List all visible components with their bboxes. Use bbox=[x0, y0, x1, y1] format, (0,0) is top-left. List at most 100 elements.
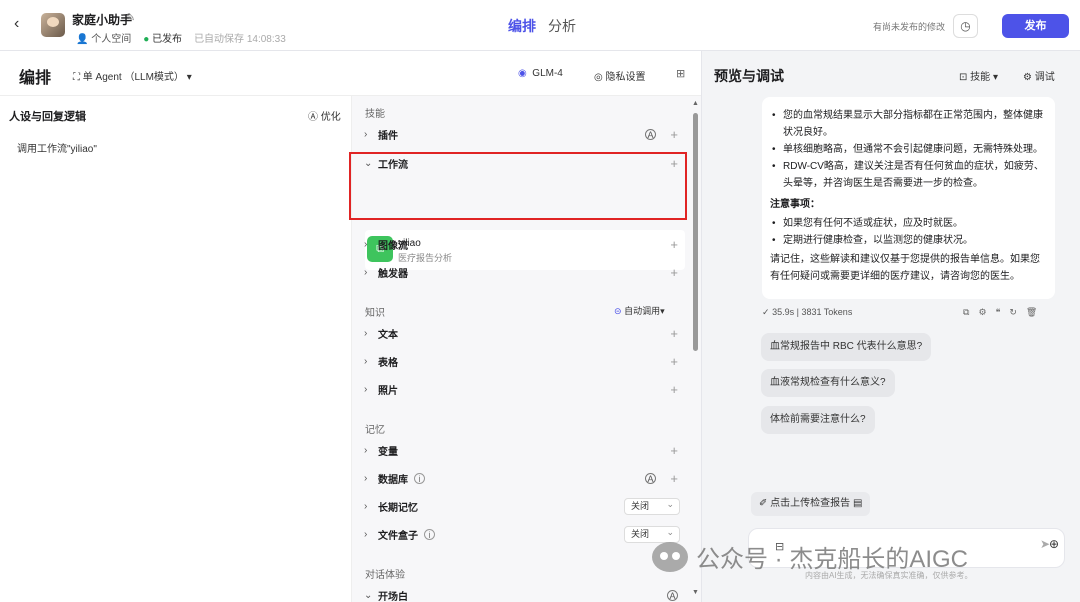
add-icon: + bbox=[670, 381, 678, 397]
unpublished-notice: 有尚未发布的修改 bbox=[873, 22, 946, 32]
optimize-button[interactable]: Ⓐ 优化 bbox=[308, 108, 341, 123]
opening-row[interactable]: ⌄ 开场白 A bbox=[364, 584, 684, 602]
copy-icon[interactable]: ⧉ bbox=[963, 307, 969, 318]
history-icon[interactable]: ◷ bbox=[953, 14, 978, 38]
publish-button[interactable]: 发布 bbox=[1002, 14, 1069, 38]
suggestion-chip[interactable]: 血液常规检查有什么意义? bbox=[761, 369, 895, 397]
auto-icon: A bbox=[645, 128, 656, 140]
persona-section: 人设与回复逻辑 Ⓐ 优化 调用工作流"yiliao" bbox=[0, 96, 352, 602]
persona-title: 人设与回复逻辑 bbox=[9, 111, 86, 123]
status-badge: ● 已发布 bbox=[143, 34, 183, 45]
chevron-right-icon: › bbox=[364, 355, 368, 367]
chevron-right-icon: › bbox=[364, 238, 368, 250]
memory-label: 记忆 bbox=[365, 425, 385, 436]
debug-icon[interactable]: ⚙ bbox=[978, 307, 986, 318]
table-row[interactable]: › 表格 + bbox=[364, 350, 684, 372]
main-tabs: 编排 分析 bbox=[508, 16, 576, 36]
regenerate-icon[interactable]: ↻ bbox=[1009, 307, 1017, 318]
auto-icon: A bbox=[645, 472, 656, 484]
list-item: RDW-CV略高，建议关注是否有任何贫血的症状，如疲劳、头晕等，并咨询医生是否需… bbox=[770, 158, 1047, 192]
check-icon: ● bbox=[143, 34, 150, 45]
variable-row[interactable]: › 变量 + bbox=[364, 439, 684, 461]
quote-icon[interactable]: ❝ bbox=[996, 307, 1001, 318]
skills-label: 技能 bbox=[365, 109, 385, 120]
chevron-right-icon: › bbox=[364, 383, 368, 395]
edit-icon[interactable]: ✎ bbox=[126, 11, 135, 24]
closing-text: 请记住，这些解读和建议仅基于您提供的报告单信息。如果您有任何疑问或需要更详细的医… bbox=[770, 254, 1040, 282]
bot-avatar[interactable] bbox=[41, 13, 65, 37]
add-icon: + bbox=[670, 353, 678, 369]
highlight-box bbox=[349, 152, 687, 220]
long-memory-row[interactable]: › 长期记忆 关闭 bbox=[364, 495, 684, 517]
top-bar: ‹ 家庭小助手 ✎ 👤 个人空间 ● 已发布 已自动保存 14:08:33 编排… bbox=[0, 0, 1080, 51]
upload-report-button[interactable]: ✐ 点击上传检查报告 ▤ bbox=[751, 492, 871, 516]
preview-title: 预览与调试 bbox=[714, 68, 784, 84]
list-item: 如果您有任何不适或症状，应及时就医。 bbox=[770, 215, 1047, 232]
photo-row[interactable]: › 照片 + bbox=[364, 378, 684, 400]
suggestion-chip[interactable]: 体检前需要注意什么? bbox=[761, 406, 875, 434]
autosave-text: 已自动保存 14:08:33 bbox=[194, 34, 286, 45]
chevron-right-icon: › bbox=[364, 444, 368, 456]
list-item: 您的血常规结果显示大部分指标都在正常范围内，整体健康状况良好。 bbox=[770, 107, 1047, 141]
privacy-settings-button[interactable]: ◎ 隐私设置 bbox=[594, 68, 646, 83]
model-select[interactable]: ◉ GLM-4 bbox=[518, 68, 563, 79]
database-row[interactable]: › 数据库 i A + bbox=[364, 467, 684, 489]
scroll-down-arrow-icon[interactable]: ▼ bbox=[692, 589, 699, 596]
plugin-row[interactable]: › 插件 A + bbox=[364, 123, 684, 145]
layout-icon[interactable]: ⊞ bbox=[676, 67, 685, 80]
text-row[interactable]: › 文本 + bbox=[364, 322, 684, 344]
persona-text[interactable]: 调用工作流"yiliao" bbox=[17, 140, 97, 155]
check-icon: ✓ bbox=[762, 307, 770, 317]
skills-dropdown[interactable]: ⊡ 技能 ▾ bbox=[959, 68, 998, 83]
tab-analysis[interactable]: 分析 bbox=[548, 16, 576, 36]
chevron-right-icon: › bbox=[364, 472, 368, 484]
preview-panel: 预览与调试 ⊡ 技能 ▾ ⚙ 调试 您的血常规结果显示大部分指标都在正常范围内，… bbox=[701, 51, 1080, 602]
suggestion-chip[interactable]: 血常规报告中 RBC 代表什么意思? bbox=[761, 333, 932, 361]
trigger-row[interactable]: › 触发器 + bbox=[364, 261, 684, 283]
tab-arrange[interactable]: 编排 bbox=[508, 16, 536, 36]
chevron-right-icon: › bbox=[364, 500, 368, 512]
bot-message: 您的血常规结果显示大部分指标都在正常范围内，整体健康状况良好。 单核细胞略高，但… bbox=[762, 97, 1055, 299]
agent-mode-select[interactable]: ⛶ 单 Agent （LLM模式） ▾ bbox=[73, 68, 192, 83]
chevron-right-icon: › bbox=[364, 266, 368, 278]
auto-call-select[interactable]: ⊝ 自动调用▾ bbox=[614, 304, 665, 317]
knowledge-label: 知识 bbox=[365, 308, 385, 319]
watermark: 公众号 · 杰克船长的AIGC bbox=[652, 539, 968, 574]
back-arrow-icon[interactable]: ‹ bbox=[14, 16, 30, 32]
space-label: 👤 个人空间 bbox=[76, 34, 132, 45]
scroll-up-arrow-icon[interactable]: ▲ bbox=[692, 100, 699, 107]
bot-meta: 👤 个人空间 ● 已发布 已自动保存 14:08:33 bbox=[76, 30, 286, 45]
bot-name: 家庭小助手 bbox=[72, 13, 133, 27]
add-icon: + bbox=[670, 264, 678, 280]
chevron-right-icon: › bbox=[364, 327, 368, 339]
auto-icon: A bbox=[667, 589, 678, 601]
chevron-right-icon: › bbox=[364, 528, 368, 540]
arrange-panel: 编排 ⛶ 单 Agent （LLM模式） ▾ ◉ GLM-4 ◎ 隐私设置 ⊞ … bbox=[0, 51, 701, 602]
arrange-header: 编排 ⛶ 单 Agent （LLM模式） ▾ ◉ GLM-4 ◎ 隐私设置 ⊞ bbox=[0, 51, 701, 96]
scrollbar-thumb[interactable] bbox=[693, 113, 698, 351]
dialog-label: 对话体验 bbox=[365, 570, 405, 581]
info-icon: i bbox=[414, 472, 425, 484]
delete-icon[interactable]: 🗑 bbox=[1026, 307, 1037, 318]
filebox-row[interactable]: › 文件盒子 i 关闭 bbox=[364, 523, 684, 545]
chevron-right-icon: › bbox=[364, 128, 368, 140]
imageflow-row[interactable]: › 图像流 + bbox=[364, 233, 684, 255]
long-memory-select[interactable]: 关闭 bbox=[624, 497, 680, 515]
auto-call-icon: ⊝ bbox=[614, 306, 622, 316]
add-icon: + bbox=[670, 442, 678, 458]
wechat-icon bbox=[652, 541, 688, 572]
list-item: 定期进行健康检查，以监测您的健康状况。 bbox=[770, 232, 1047, 249]
send-icon[interactable]: ➤ bbox=[1040, 537, 1050, 551]
add-icon: + bbox=[670, 236, 678, 252]
notes-title: 注意事项： bbox=[770, 199, 820, 210]
chevron-down-icon: ⌄ bbox=[364, 589, 373, 601]
add-icon: + bbox=[670, 470, 678, 486]
list-item: 单核细胞略高，但通常不会引起健康问题，无需特殊处理。 bbox=[770, 141, 1047, 158]
add-circle-icon[interactable]: ⊕ bbox=[1049, 537, 1059, 551]
add-icon: + bbox=[670, 325, 678, 341]
message-stats: ✓ 35.9s | 3831 Tokens bbox=[762, 307, 853, 317]
arrange-title: 编排 bbox=[19, 70, 52, 87]
add-icon: + bbox=[670, 126, 678, 142]
debug-button[interactable]: ⚙ 调试 bbox=[1023, 68, 1055, 83]
model-icon: ◉ bbox=[518, 68, 527, 79]
